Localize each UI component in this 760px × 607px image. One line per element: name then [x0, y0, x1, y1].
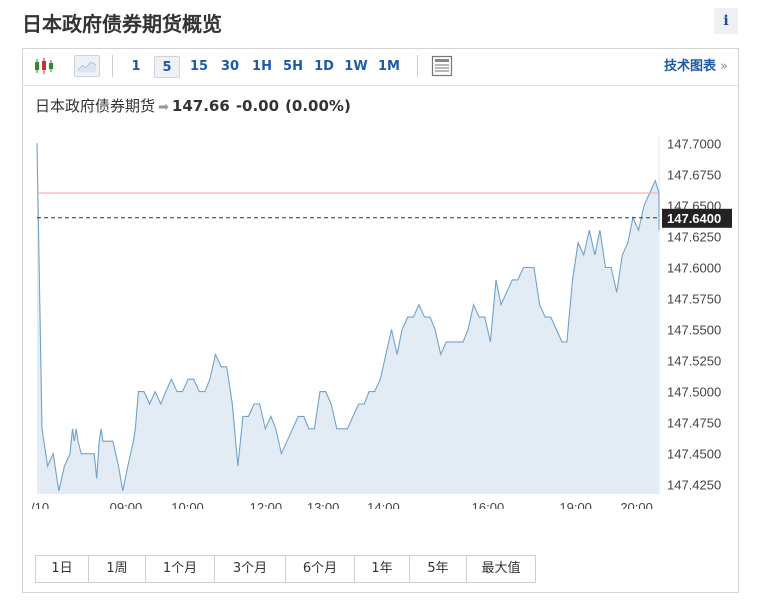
y-tick-label: 147.5750 [667, 291, 721, 306]
range-5y[interactable]: 5年 [410, 556, 467, 582]
y-tick-label: 147.5250 [667, 354, 721, 369]
range-6m[interactable]: 6个月 [286, 556, 355, 582]
info-button[interactable]: i [714, 8, 738, 34]
range-1d[interactable]: 1日 [36, 556, 89, 582]
x-tick-label: 16:00 [472, 500, 505, 509]
price-area [37, 143, 659, 495]
x-tick-label: /10 [31, 500, 49, 509]
y-tick-label: 147.6750 [667, 167, 721, 182]
chart-panel: 1 5 15 30 1H 5H 1D 1W 1M 技术图表» 日本政府债券期货 ➡… [22, 48, 739, 593]
y-tick-label: 147.5500 [667, 323, 721, 338]
range-3m[interactable]: 3个月 [215, 556, 286, 582]
range-1w[interactable]: 1周 [89, 556, 146, 582]
price-chart[interactable]: 147.7000147.6750147.6500147.6250147.6000… [23, 49, 738, 509]
y-tick-label: 147.4250 [667, 478, 721, 493]
x-tick-label: 20:00 [620, 500, 653, 509]
x-tick-label: 13:00 [307, 500, 340, 509]
range-1y[interactable]: 1年 [355, 556, 410, 582]
range-selector: 1日 1周 1个月 3个月 6个月 1年 5年 最大值 [35, 555, 536, 583]
x-tick-label: 09:00 [110, 500, 143, 509]
page-title: 日本政府债券期货概览 [22, 12, 222, 36]
current-price-label: 147.6400 [667, 211, 721, 226]
x-tick-label: 12:00 [250, 500, 283, 509]
y-tick-label: 147.6000 [667, 260, 721, 275]
x-tick-label: 19:00 [559, 500, 592, 509]
range-max[interactable]: 最大值 [467, 556, 535, 582]
y-tick-label: 147.4500 [667, 447, 721, 462]
y-tick-label: 147.5000 [667, 385, 721, 400]
y-tick-label: 147.4750 [667, 416, 721, 431]
x-tick-label: 14:00 [367, 500, 400, 509]
y-tick-label: 147.6250 [667, 229, 721, 244]
y-tick-label: 147.7000 [667, 136, 721, 151]
range-1m[interactable]: 1个月 [146, 556, 215, 582]
x-tick-label: 10:00 [171, 500, 204, 509]
